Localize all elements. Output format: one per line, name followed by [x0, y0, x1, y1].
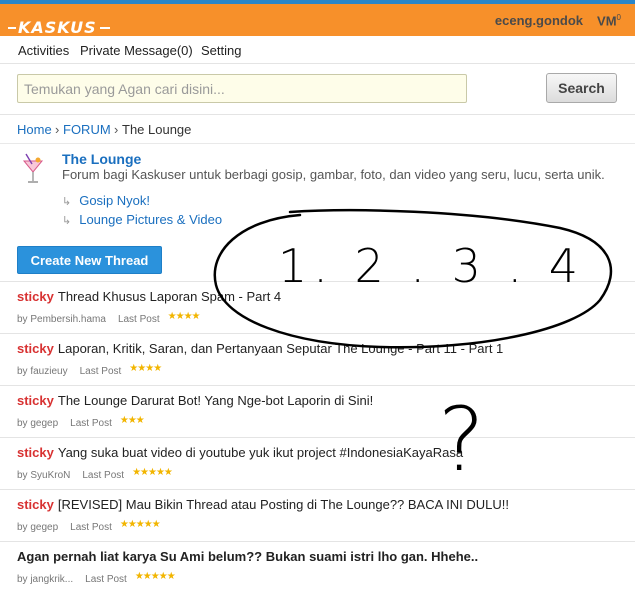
breadcrumb-current: The Lounge: [122, 122, 192, 137]
breadcrumb: Home › FORUM › The Lounge: [0, 114, 635, 144]
thread-row[interactable]: sticky Yang suka buat video di youtube yu…: [0, 437, 635, 489]
thread-author[interactable]: by fauzieuy: [17, 366, 68, 377]
search-bar: Search: [0, 64, 635, 114]
thread-title[interactable]: The Lounge Darurat Bot! Yang Nge-bot Lap…: [58, 393, 373, 408]
thread-author[interactable]: by jangkrik...: [17, 574, 73, 585]
thread-title[interactable]: Thread Khusus Laporan Spam - Part 4: [58, 289, 281, 304]
thread-last-post[interactable]: Last Post: [80, 366, 122, 377]
thread-last-post[interactable]: Last Post: [118, 314, 160, 325]
rating-stars-icon: ★★★★★: [132, 467, 173, 478]
rating-stars-icon: ★★★★★: [134, 571, 176, 582]
forum-title[interactable]: The Lounge: [62, 151, 141, 167]
thread-title[interactable]: Laporan, Kritik, Saran, dan Pertanyaan S…: [58, 341, 503, 356]
forum-description: Forum bagi Kaskuser untuk berbagi gosip,…: [62, 167, 605, 182]
visitor-message-link[interactable]: VM0: [597, 13, 621, 28]
cocktail-icon: [22, 153, 44, 183]
rating-stars-icon: ★★★: [119, 415, 145, 426]
breadcrumb-separator: ›: [114, 122, 119, 137]
thread-row[interactable]: sticky Laporan, Kritik, Saran, dan Pertan…: [0, 333, 635, 385]
vm-count: 0: [616, 13, 621, 22]
rating-stars-icon: ★★★★: [167, 311, 201, 322]
logo-line-left: [8, 27, 16, 29]
user-nav: Activities Private Message(0) Setting: [0, 36, 635, 64]
nav-setting[interactable]: Setting: [201, 43, 241, 58]
thread-last-post[interactable]: Last Post: [82, 470, 124, 481]
thread-title[interactable]: Agan pernah liat karya Su Ami belum?? Bu…: [17, 549, 478, 564]
subforum-lounge-pictures[interactable]: Lounge Pictures & Video: [79, 212, 222, 227]
username-link[interactable]: eceng.gondok: [495, 13, 583, 28]
create-new-thread-button[interactable]: Create New Thread: [17, 246, 162, 274]
sticky-label: sticky: [17, 393, 54, 408]
sticky-label: sticky: [17, 289, 54, 304]
sticky-label: sticky: [17, 341, 54, 356]
kaskus-logo[interactable]: KASKUS: [8, 10, 110, 37]
thread-row[interactable]: sticky Thread Khusus Laporan Spam - Part …: [0, 281, 635, 333]
breadcrumb-forum[interactable]: FORUM: [63, 122, 111, 137]
top-bar: KASKUS eceng.gondok VM0: [0, 0, 635, 37]
thread-last-post[interactable]: Last Post: [85, 574, 127, 585]
subforum-item: ↳ Gosip Nyok!: [62, 193, 150, 208]
search-button[interactable]: Search: [546, 73, 617, 103]
thread-title[interactable]: Yang suka buat video di youtube yuk ikut…: [58, 445, 463, 460]
subforum-arrow-icon: ↳: [62, 196, 72, 208]
nav-private-message[interactable]: Private Message(0): [80, 43, 193, 58]
thread-author[interactable]: by gegep: [17, 418, 58, 429]
sticky-label: sticky: [17, 445, 54, 460]
thread-title[interactable]: [REVISED] Mau Bikin Thread atau Posting …: [58, 497, 509, 512]
sticky-label: sticky: [17, 497, 54, 512]
nav-activities[interactable]: Activities: [18, 43, 69, 58]
rating-stars-icon: ★★★★: [129, 363, 162, 374]
thread-last-post[interactable]: Last Post: [70, 522, 112, 533]
breadcrumb-separator: ›: [55, 122, 60, 137]
subforum-item: ↳ Lounge Pictures & Video: [62, 212, 222, 227]
vm-label: VM: [597, 13, 617, 29]
thread-author[interactable]: by SyuKroN: [17, 470, 70, 481]
breadcrumb-home[interactable]: Home: [17, 122, 52, 137]
logo-line-right: [100, 27, 110, 29]
subforum-gosip-nyok[interactable]: Gosip Nyok!: [79, 193, 150, 208]
thread-author[interactable]: by Pembersih.hama: [17, 314, 106, 325]
rating-stars-icon: ★★★★★: [119, 519, 161, 530]
thread-row[interactable]: Agan pernah liat karya Su Ami belum?? Bu…: [0, 541, 635, 593]
logo-text: KASKUS: [18, 18, 97, 37]
search-input[interactable]: [17, 74, 467, 103]
subforum-arrow-icon: ↳: [62, 215, 72, 227]
thread-row[interactable]: sticky [REVISED] Mau Bikin Thread atau Po…: [0, 489, 635, 541]
thread-author[interactable]: by gegep: [17, 522, 58, 533]
thread-row[interactable]: sticky The Lounge Darurat Bot! Yang Nge-b…: [0, 385, 635, 437]
thread-last-post[interactable]: Last Post: [70, 418, 112, 429]
